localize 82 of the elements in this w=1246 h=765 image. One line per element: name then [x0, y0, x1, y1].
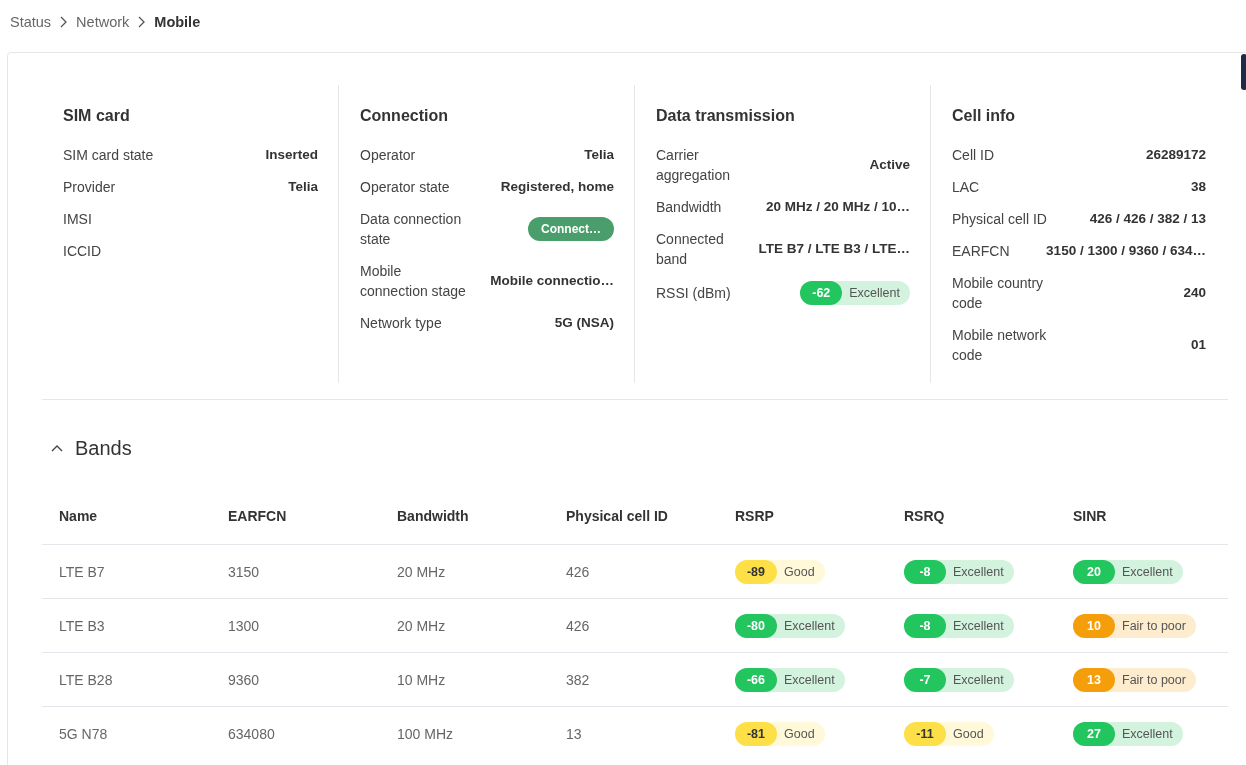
info-value: 3150 / 1300 / 9360 / 634…	[1046, 242, 1206, 260]
signal-badge: -66 Excellent	[735, 667, 845, 692]
column-header: SINR	[1073, 508, 1108, 524]
signal-badge: -8 Excellent	[904, 559, 1014, 584]
breadcrumb-link[interactable]: Network	[76, 13, 130, 30]
signal-badge: -11 Good	[904, 721, 994, 746]
table-cell-text: 10 MHz	[397, 671, 447, 688]
info-value: Telia	[584, 146, 614, 164]
info-value: 240	[1183, 284, 1206, 302]
info-value: Telia	[288, 178, 318, 196]
info-value: 5G (NSA)	[554, 314, 614, 332]
table-cell-text: 5G N78	[59, 725, 109, 742]
table-cell-text: LTE B3	[59, 617, 106, 634]
info-value: 426 / 426 / 382 / 13	[1089, 210, 1206, 228]
info-value: Registered, home	[500, 178, 614, 196]
signal-badge: -7 Excellent	[904, 667, 1014, 692]
signal-badge: -62 Excellent	[800, 281, 910, 305]
column-header: Name	[59, 508, 99, 524]
info-value: 38	[1190, 178, 1206, 196]
column-header: Bandwidth	[397, 508, 470, 524]
signal-badge: 27 Excellent	[1073, 721, 1183, 746]
table-cell-text: 426	[566, 617, 591, 634]
info-value: LTE B7 / LTE B3 / LTE…	[758, 240, 910, 258]
info-label: Data connection state	[360, 210, 463, 249]
column-header: RSRQ	[904, 508, 946, 524]
info-label: Operator state	[360, 178, 450, 197]
info-label: Physical cell ID	[952, 210, 1047, 229]
section-title: Bands	[75, 436, 132, 460]
chevron-right-icon	[138, 15, 146, 28]
info-value: Mobile connectio…	[490, 272, 614, 290]
table-cell-text: 3150	[228, 563, 261, 580]
info-label: Mobile connection stage	[360, 262, 467, 301]
info-label: ICCID	[63, 242, 102, 261]
info-label: Connected band	[656, 230, 725, 269]
info-label: SIM card state	[63, 146, 154, 165]
section-title: Cell info	[952, 107, 1017, 125]
signal-badge: 13 Fair to poor	[1073, 667, 1196, 692]
signal-badge: -81 Good	[735, 721, 825, 746]
table-cell-text: 1300	[228, 617, 261, 634]
signal-badge: 20 Excellent	[1073, 559, 1183, 584]
info-label: Operator	[360, 146, 416, 165]
breadcrumb-link[interactable]: Status	[10, 13, 52, 30]
info-label: Mobile country code	[952, 274, 1045, 313]
section-title: Connection	[360, 107, 449, 125]
info-label: RSSI (dBm)	[656, 284, 731, 303]
section-title: SIM card	[63, 107, 131, 125]
info-value: Active	[869, 156, 910, 174]
info-label: Provider	[63, 178, 116, 197]
signal-badge: -8 Excellent	[904, 613, 1014, 638]
table-cell-text: LTE B28	[59, 671, 114, 688]
table-cell-text: 20 MHz	[397, 617, 447, 634]
table-cell-text: 634080	[228, 725, 276, 742]
info-value: Inserted	[265, 146, 318, 164]
table-cell-text: 13	[566, 725, 583, 742]
signal-badge: 10 Fair to poor	[1073, 613, 1196, 638]
chevron-icon[interactable]	[51, 444, 63, 452]
column-header: Physical cell ID	[566, 508, 669, 524]
table-cell-text: 20 MHz	[397, 563, 447, 580]
info-value: 26289172	[1145, 146, 1206, 164]
info-label: Mobile network code	[952, 326, 1048, 365]
table-cell-text: 9360	[228, 671, 261, 688]
info-label: Cell ID	[952, 146, 994, 165]
scrollbar-thumb[interactable]	[1241, 54, 1246, 90]
info-label: EARFCN	[952, 242, 1010, 261]
info-label: LAC	[952, 178, 980, 197]
info-label: IMSI	[63, 210, 92, 229]
signal-badge: -80 Excellent	[735, 613, 845, 638]
info-label: Network type	[360, 314, 442, 333]
info-value: 20 MHz / 20 MHz / 10…	[765, 198, 910, 216]
table-cell-text: LTE B7	[59, 563, 106, 580]
table-cell-text: 100 MHz	[397, 725, 455, 742]
table-cell-text: 382	[566, 671, 591, 688]
status-badge: Connect…	[528, 217, 614, 241]
table-cell-text: 426	[566, 563, 591, 580]
info-label: Bandwidth	[656, 198, 722, 217]
section-title: Data transmission	[656, 107, 796, 125]
column-header: RSRP	[735, 508, 775, 524]
column-header: EARFCN	[228, 508, 288, 524]
chevron-right-icon	[60, 15, 68, 28]
info-value: 01	[1190, 336, 1206, 354]
info-label: Carrier aggregation	[656, 146, 731, 185]
signal-badge: -89 Good	[735, 559, 825, 584]
